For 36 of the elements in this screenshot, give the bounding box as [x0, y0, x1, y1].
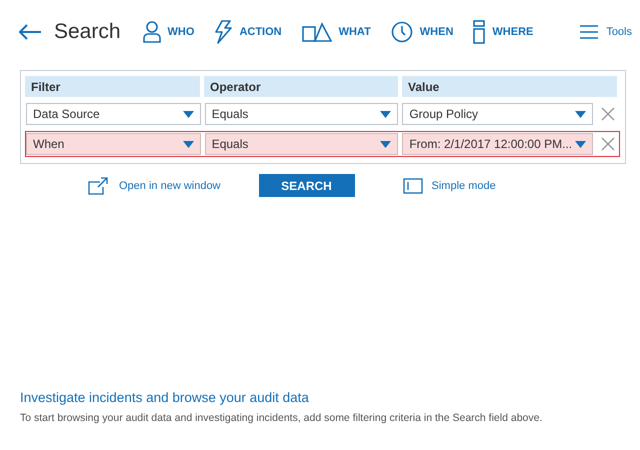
menu-icon	[580, 24, 598, 40]
dropdown[interactable]: Data Source	[26, 103, 201, 125]
dropdown[interactable]: Equals	[204, 133, 398, 155]
dropdown-arrow-icon	[575, 110, 586, 118]
square-triangle-icon	[302, 22, 332, 42]
clock-icon	[390, 21, 413, 43]
dropdown-arrow-icon	[575, 140, 586, 148]
dropdown-arrow-icon	[182, 140, 194, 148]
column-header: Operator	[204, 76, 398, 97]
dropdown[interactable]: From: 2/1/2017 12:00:00 PM...	[402, 133, 593, 155]
dropdown[interactable]: Equals	[204, 103, 398, 125]
dropdown[interactable]: When	[26, 133, 201, 155]
dropdown-arrow-icon	[380, 110, 392, 118]
person-icon	[142, 21, 161, 43]
dropdown[interactable]: Group Policy	[402, 103, 593, 125]
open-in-new-window-link[interactable]: Open in new window	[88, 176, 221, 194]
page-title: Search	[54, 20, 121, 44]
dropdown-arrow-icon	[380, 140, 392, 148]
nav-tab[interactable]: WHO	[138, 20, 198, 44]
simple-mode-link[interactable]: Simple mode	[402, 178, 496, 194]
column-header: Value	[402, 76, 617, 97]
search-button[interactable]: SEARCH	[258, 174, 355, 197]
nav-tab[interactable]: WHEN	[386, 20, 458, 44]
back-arrow-icon[interactable]	[18, 24, 42, 40]
info-heading: Investigate incidents and browse your audit data	[20, 390, 310, 405]
nav-tab[interactable]: WHERE	[469, 20, 538, 44]
building-icon	[473, 20, 486, 44]
nav-tab[interactable]: ACTION	[210, 20, 286, 44]
dropdown-arrow-icon	[182, 110, 194, 118]
tools-menu-button[interactable]: Tools	[580, 24, 632, 40]
nav-tab[interactable]: WHAT	[298, 20, 375, 44]
column-header: Filter	[25, 76, 200, 97]
panel-icon	[402, 178, 423, 194]
lightning-icon	[214, 20, 232, 44]
info-text: To start browsing your audit data and investigating incidents, add some filtering criteria in the Search field above.	[20, 412, 544, 424]
external-link-icon	[88, 176, 110, 194]
